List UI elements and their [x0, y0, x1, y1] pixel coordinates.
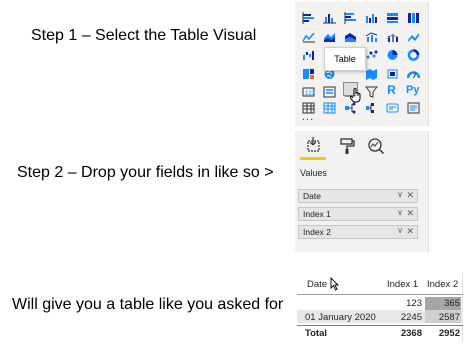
pie-chart-icon[interactable] [386, 49, 399, 61]
smart-narrative-icon[interactable] [407, 102, 420, 114]
table-cell: 123 [406, 298, 422, 309]
python-visual-icon[interactable]: Py [406, 84, 419, 96]
multi-row-card-icon[interactable] [323, 86, 336, 98]
stacked-bar-icon[interactable] [302, 12, 315, 24]
qa-icon[interactable] [386, 102, 399, 114]
step-3-text: Will give you a table like you asked for [12, 296, 284, 313]
table-cell: 01 January 2020 [305, 312, 376, 323]
header-divider [297, 294, 463, 295]
format-paint-roller-icon[interactable] [338, 137, 356, 155]
result-table-visual: Date Index 1 Index 2 123 365 01 January … [297, 272, 463, 342]
stacked-area-icon[interactable] [344, 31, 357, 43]
scatter-icon[interactable] [365, 49, 378, 61]
waterfall-icon[interactable] [302, 49, 315, 61]
100-stacked-bar-icon[interactable] [386, 12, 399, 24]
chevron-down-icon[interactable]: ∨ [397, 226, 403, 235]
slicer-icon[interactable] [365, 86, 378, 98]
field-well-date[interactable]: Date ∨ ✕ [298, 189, 418, 203]
field-well-label: Index 2 [303, 227, 331, 237]
values-section-label: Values [300, 168, 327, 178]
active-tab-underline [300, 157, 326, 160]
column-header-index-2[interactable]: Index 2 [427, 279, 458, 290]
field-well-label: Date [303, 191, 321, 201]
total-label: Total [305, 328, 327, 339]
table-cell: 2587 [438, 312, 460, 323]
hand-pointer-icon [350, 88, 361, 103]
line-clustered-column-icon[interactable] [365, 31, 378, 43]
table-edge [462, 272, 463, 342]
field-well-index-2[interactable]: Index 2 ∨ ✕ [298, 225, 418, 239]
total-value: 2952 [438, 328, 460, 339]
total-value: 2368 [400, 328, 422, 339]
remove-field-icon[interactable]: ✕ [406, 208, 414, 219]
shape-map-icon[interactable] [386, 68, 399, 80]
stacked-column-icon[interactable] [323, 12, 336, 24]
area-chart-icon[interactable] [323, 31, 336, 43]
filled-map-icon[interactable] [365, 68, 378, 80]
r-script-visual-icon[interactable]: R [385, 84, 398, 96]
remove-field-icon[interactable]: ✕ [406, 190, 414, 201]
clustered-column-icon[interactable] [365, 12, 378, 24]
table-cell: 2245 [400, 312, 422, 323]
100-stacked-column-icon[interactable] [407, 12, 420, 24]
line-stacked-column-icon[interactable] [386, 31, 399, 43]
key-influencers-icon[interactable] [344, 102, 357, 114]
field-well-label: Index 1 [303, 209, 331, 219]
tooltip-label: Table [334, 54, 356, 64]
analytics-magnifier-icon[interactable] [367, 137, 385, 155]
step-1-text: Step 1 – Select the Table Visual [31, 27, 257, 44]
remove-field-icon[interactable]: ✕ [406, 226, 414, 237]
decomposition-tree-icon[interactable] [365, 102, 378, 114]
card-icon[interactable]: 123 [302, 86, 315, 98]
gauge-icon[interactable] [407, 68, 420, 80]
total-divider [297, 325, 463, 326]
step-2-text: Step 2 – Drop your fields in like so > [17, 164, 274, 181]
mouse-cursor-icon [330, 277, 339, 291]
matrix-icon[interactable] [323, 102, 336, 114]
column-header-date[interactable]: Date [307, 279, 327, 290]
donut-chart-icon[interactable] [407, 49, 420, 61]
table-tooltip: Table [324, 47, 366, 71]
clustered-bar-icon[interactable] [344, 12, 357, 24]
fields-tab-icon[interactable] [305, 136, 323, 154]
table-cell: 365 [444, 298, 460, 309]
line-chart-icon[interactable] [302, 31, 315, 43]
field-well-index-1[interactable]: Index 1 ∨ ✕ [298, 207, 418, 221]
more-visuals-icon[interactable]: ... [302, 112, 314, 123]
treemap-icon[interactable] [302, 68, 315, 80]
chevron-down-icon[interactable]: ∨ [397, 190, 403, 199]
column-header-index-1[interactable]: Index 1 [387, 279, 418, 290]
ribbon-chart-icon[interactable] [407, 31, 420, 43]
chevron-down-icon[interactable]: ∨ [397, 208, 403, 217]
svg-text:123: 123 [305, 91, 315, 97]
